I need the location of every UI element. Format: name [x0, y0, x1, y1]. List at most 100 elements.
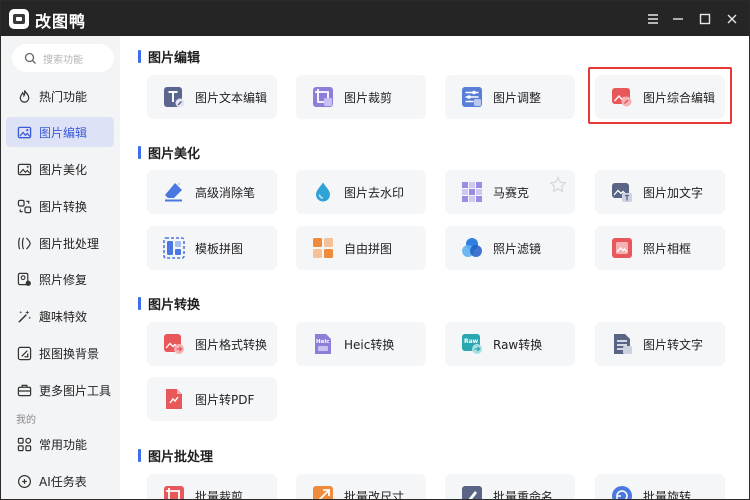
card-template-collage[interactable]: 模板拼图 [147, 226, 277, 270]
card-batch-resize[interactable]: 批量改尺寸 [296, 474, 426, 500]
card-label: 图片格式转换 [195, 337, 268, 352]
cutout-icon [16, 345, 32, 361]
section-title-batch: 图片批处理 [138, 446, 213, 465]
menu-icon[interactable] [643, 9, 663, 29]
card-format-convert[interactable]: 图片格式转换 [147, 322, 277, 366]
sidebar-item-label: 抠图换背景 [39, 346, 100, 361]
card-label: 批量重命名 [493, 489, 554, 500]
section-title-image-edit: 图片编辑 [138, 47, 200, 66]
sidebar-item-batch[interactable]: 图片批处理 [6, 228, 114, 258]
card-label: 图片加文字 [643, 185, 704, 200]
card-raw-convert[interactable]: Raw Raw转换 [445, 322, 575, 366]
sidebar-item-label: 图片美化 [39, 162, 88, 177]
svg-text:Heic: Heic [316, 339, 329, 345]
card-advanced-eraser[interactable]: 高级消除笔 [147, 170, 277, 214]
card-image-to-text[interactable]: 图片转文字 [595, 322, 725, 366]
minimize-icon[interactable] [668, 9, 688, 29]
sidebar-item-label: 常用功能 [39, 437, 88, 452]
card-batch-rename[interactable]: 批量重命名 [445, 474, 575, 500]
sidebar-item-label: 趣味特效 [39, 309, 88, 324]
close-icon[interactable] [722, 9, 742, 29]
format-convert-icon [164, 334, 184, 354]
card-free-collage[interactable]: 自由拼图 [296, 226, 426, 270]
card-label: 马赛克 [493, 185, 530, 200]
sidebar-item-label: 图片编辑 [39, 125, 88, 140]
card-label: 照片相框 [643, 241, 692, 256]
card-label: 自由拼图 [344, 241, 393, 256]
card-label: 模板拼图 [195, 241, 244, 256]
card-mosaic[interactable]: 马赛克 [445, 170, 575, 214]
grid-icon [16, 436, 32, 452]
batch-rename-icon [462, 486, 482, 499]
card-add-text[interactable]: 图片加文字 [595, 170, 725, 214]
card-label: 图片调整 [493, 90, 542, 105]
maximize-icon[interactable] [695, 9, 715, 29]
sidebar-item-cutout[interactable]: 抠图换背景 [6, 338, 114, 368]
batch-resize-icon [313, 486, 333, 499]
batch-rotate-icon [612, 486, 632, 499]
app-window: 改图鸭 搜索功能 热门功能 图片编辑 图片美化 图片转换 图片批处理 照片修复 … [0, 0, 750, 500]
app-logo-icon [9, 9, 29, 29]
image-edit-icon [16, 124, 32, 140]
sidebar-item-hot[interactable]: 热门功能 [6, 81, 114, 111]
card-label: 图片文本编辑 [195, 90, 268, 105]
card-label: 批量改尺寸 [344, 489, 405, 500]
title-bar: 改图鸭 [1, 1, 749, 36]
search-input[interactable]: 搜索功能 [12, 44, 114, 72]
card-image-to-pdf[interactable]: 图片转PDF [147, 377, 277, 421]
star-icon[interactable] [549, 176, 567, 194]
card-batch-rotate[interactable]: 批量旋转 [595, 474, 725, 500]
sidebar-item-photo-repair[interactable]: 照片修复 [6, 264, 114, 294]
magic-icon [16, 308, 32, 324]
section-title-image-convert: 图片转换 [138, 294, 200, 313]
photo-repair-icon [16, 271, 32, 287]
toolbox-icon [16, 382, 32, 398]
free-collage-icon [313, 238, 333, 258]
card-photo-frame[interactable]: 照片相框 [595, 226, 725, 270]
card-label: 高级消除笔 [195, 185, 256, 200]
card-image-crop[interactable]: 图片裁剪 [296, 75, 426, 119]
watermark-icon [316, 182, 330, 202]
convert-icon [16, 198, 32, 214]
section-title-image-beautify: 图片美化 [138, 143, 200, 162]
card-photo-filter[interactable]: 照片滤镜 [445, 226, 575, 270]
frame-icon [612, 238, 632, 258]
sidebar-item-label: 更多图片工具 [39, 383, 112, 398]
sidebar-item-frequent[interactable]: 常用功能 [6, 429, 114, 459]
ocr-icon [614, 334, 632, 354]
card-watermark-removal[interactable]: 图片去水印 [296, 170, 426, 214]
search-icon [24, 52, 36, 64]
crop-icon [313, 87, 333, 107]
main-content: 图片编辑 图片文本编辑 图片裁剪 图片调整 图片综合编辑 图片美化 高级消除笔 … [120, 36, 749, 500]
sidebar-item-label: 图片转换 [39, 199, 88, 214]
sidebar-item-label: AI任务表 [39, 474, 87, 489]
sidebar-item-label: 图片批处理 [39, 236, 100, 251]
card-image-text-edit[interactable]: 图片文本编辑 [147, 75, 277, 119]
sidebar-item-fun-effects[interactable]: 趣味特效 [6, 301, 114, 331]
card-label: 图片裁剪 [344, 90, 393, 105]
card-image-adjust[interactable]: 图片调整 [445, 75, 575, 119]
sidebar-item-image-beautify[interactable]: 图片美化 [6, 154, 114, 184]
sidebar-item-label: 热门功能 [39, 89, 88, 104]
eraser-icon [165, 182, 182, 202]
sidebar-item-ai-tasks[interactable]: AI任务表 [6, 466, 114, 496]
add-text-icon [612, 183, 632, 202]
svg-text:Raw: Raw [464, 338, 479, 345]
template-collage-icon [163, 237, 185, 259]
sidebar-item-more-tools[interactable]: 更多图片工具 [6, 375, 114, 405]
batch-icon [16, 235, 32, 251]
card-label: Heic转换 [344, 337, 395, 352]
ai-task-icon [16, 473, 32, 489]
sidebar-item-image-edit[interactable]: 图片编辑 [6, 117, 114, 147]
card-batch-crop[interactable]: 批量裁剪 [147, 474, 277, 499]
heic-icon: Heic [315, 334, 331, 354]
flame-icon [16, 88, 32, 104]
highlight-box [588, 67, 732, 124]
sidebar-item-image-convert[interactable]: 图片转换 [6, 191, 114, 221]
card-heic-convert[interactable]: Heic Heic转换 [296, 322, 426, 366]
filter-icon [462, 238, 482, 257]
card-label: 图片转文字 [643, 337, 704, 352]
card-label: 图片去水印 [344, 185, 405, 200]
card-label: 批量旋转 [643, 489, 692, 500]
batch-crop-icon [164, 486, 184, 499]
